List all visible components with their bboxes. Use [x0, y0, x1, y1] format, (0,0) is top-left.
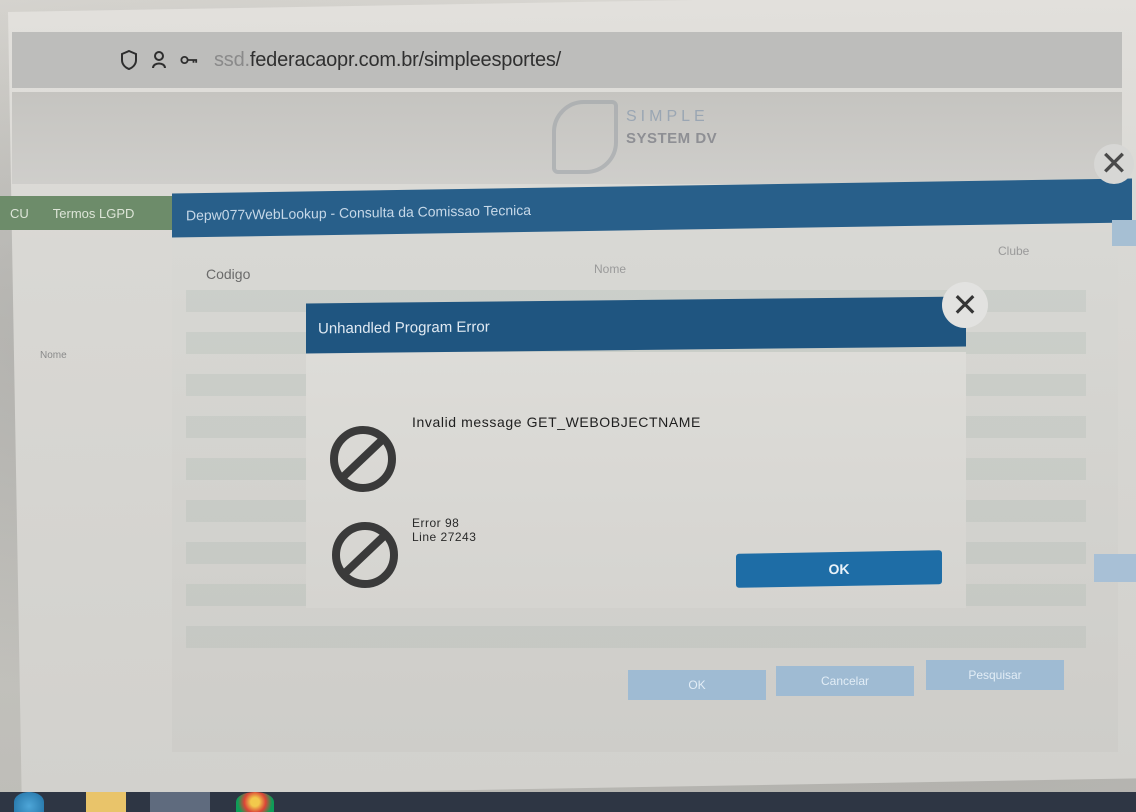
nav-item-cu[interactable]: CU: [10, 206, 29, 221]
error-line-number: Line 27243: [412, 530, 477, 544]
error-details: Error 98 Line 27243: [412, 516, 476, 544]
taskbar-app-icon[interactable]: [150, 792, 210, 812]
simple-system-logo: SIMPLE SYSTEM DV: [552, 100, 772, 174]
column-header-nome[interactable]: Nome: [594, 262, 626, 276]
close-icon: ✕: [951, 287, 979, 323]
close-icon: ✕: [1099, 145, 1129, 183]
permissions-icon[interactable]: [150, 51, 168, 69]
lookup-ok-button[interactable]: OK: [628, 670, 766, 700]
url-field[interactable]: ssd.federacaopr.com.br/simpleesportes/: [214, 49, 561, 72]
filter-label-nome: Nome: [40, 350, 67, 361]
column-header-clube[interactable]: Clube: [998, 244, 1029, 258]
file-explorer-icon[interactable]: [86, 792, 126, 812]
key-icon[interactable]: [180, 51, 198, 69]
url-prefix: ssd.: [214, 48, 250, 71]
error-dialog: Invalid message GET_WEBOBJECTNAME Error …: [306, 282, 988, 608]
side-button[interactable]: [1094, 554, 1136, 582]
error-message: Invalid message GET_WEBOBJECTNAME: [412, 414, 701, 430]
error-dialog-close-button[interactable]: ✕: [942, 282, 988, 328]
os-taskbar: [0, 792, 1136, 812]
lookup-cancel-button[interactable]: Cancelar: [776, 666, 914, 696]
logo-mark-icon: [552, 100, 618, 174]
error-stop-icon: [330, 426, 396, 492]
logo-title: SIMPLE: [626, 108, 709, 125]
column-header-codigo[interactable]: Codigo: [206, 266, 250, 282]
lookup-close-button[interactable]: ✕: [1094, 144, 1134, 184]
shield-icon[interactable]: [120, 50, 138, 70]
logo-subtitle: SYSTEM DV: [626, 130, 718, 147]
edge-browser-icon[interactable]: [14, 792, 44, 812]
error-dialog-title: Unhandled Program Error: [306, 296, 966, 354]
url-main: federacaopr.com.br/simpleesportes/: [249, 48, 562, 71]
lookup-search-button[interactable]: Pesquisar: [926, 660, 1064, 690]
nav-item-termos-lgpd[interactable]: Termos LGPD: [53, 206, 135, 221]
chrome-browser-icon[interactable]: [236, 792, 274, 812]
error-ok-button[interactable]: OK: [736, 550, 942, 588]
browser-address-bar: ssd.federacaopr.com.br/simpleesportes/: [12, 32, 1122, 88]
side-tab[interactable]: [1112, 220, 1136, 246]
site-banner: SIMPLE SYSTEM DV: [12, 92, 1122, 184]
error-stop-icon: [332, 522, 398, 588]
error-number: Error 98: [412, 516, 460, 530]
